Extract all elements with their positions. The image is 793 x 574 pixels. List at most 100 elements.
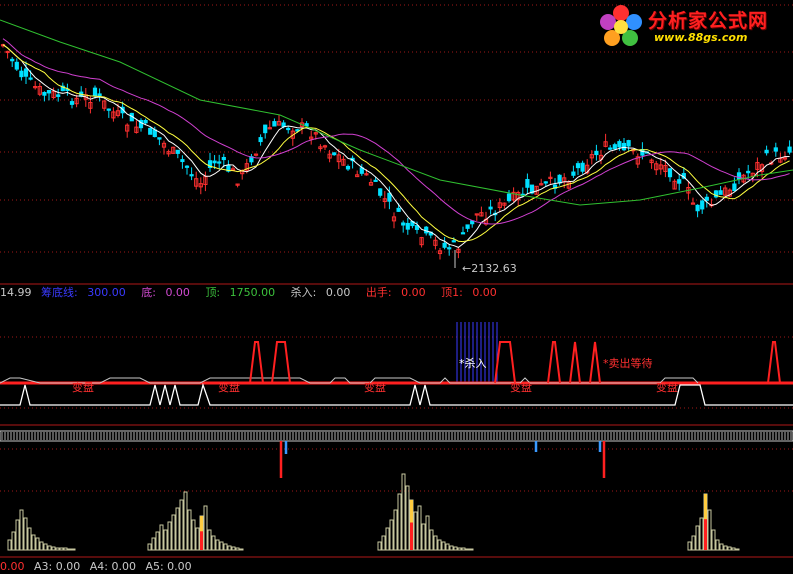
histogram-bar	[195, 527, 200, 551]
candle-body	[677, 179, 682, 184]
histogram-bar	[235, 547, 240, 551]
histogram-bar	[433, 535, 438, 551]
candle-body	[143, 119, 148, 124]
histogram-bar	[71, 548, 76, 551]
sell-peak	[767, 341, 781, 384]
candle-body	[378, 188, 383, 196]
ma10-line	[2, 44, 790, 243]
histogram-bar	[719, 543, 724, 551]
legend-item-sell: 出手: 0.00	[365, 286, 426, 299]
candle-body	[10, 58, 15, 62]
candle-body	[263, 124, 268, 134]
histogram-bar	[151, 537, 156, 551]
histogram-bar	[401, 473, 406, 551]
histogram-bar	[413, 511, 418, 551]
watch-label-1: 变盘	[72, 381, 94, 394]
candle-body	[14, 61, 19, 70]
histogram-bar	[707, 509, 712, 551]
histogram-bar	[735, 548, 740, 551]
indicator-value: 14.99	[0, 286, 32, 299]
histogram-bar	[687, 541, 692, 551]
histogram-bar	[385, 527, 390, 551]
candle-body	[608, 147, 613, 150]
histogram-bar	[397, 493, 402, 551]
candle-body	[189, 174, 194, 177]
buy-signal-label: *杀入	[459, 357, 487, 370]
histogram-bar	[187, 509, 192, 551]
candle-body	[571, 171, 576, 176]
candle-body	[175, 149, 180, 154]
candle-body	[773, 147, 778, 152]
histogram-bar	[731, 547, 736, 551]
histogram-bar	[47, 545, 52, 551]
histogram-bar	[203, 505, 208, 551]
histogram-bar	[469, 548, 474, 551]
legend-item-top1: 顶1: 0.00	[441, 286, 497, 299]
watch-label-3: 变盘	[364, 381, 386, 394]
histogram-bar	[147, 543, 152, 551]
histogram-bar	[27, 527, 32, 551]
histogram-bar	[437, 539, 442, 551]
candle-body	[557, 174, 562, 184]
histogram-bar	[183, 491, 188, 551]
logo-url: www.88gs.com	[654, 31, 748, 44]
candle-body	[704, 196, 709, 201]
candle-body	[787, 146, 792, 153]
candle-body	[28, 77, 33, 80]
candle-body	[148, 127, 153, 135]
candle-body	[465, 224, 470, 229]
histogram-bar	[695, 525, 700, 551]
indicator-legend-bar: 14.99 筹底线: 300.00 底: 0.00 顶: 1750.00 杀入:…	[0, 286, 509, 300]
histogram-bar	[381, 535, 386, 551]
histogram-bar	[215, 539, 220, 551]
candle-body	[667, 168, 673, 178]
candle-body	[764, 149, 769, 154]
candle-body	[332, 152, 337, 156]
histogram-bar	[11, 531, 16, 551]
histogram-bar	[39, 541, 44, 551]
candle-body	[575, 163, 581, 169]
candle-body	[56, 94, 61, 97]
sell-peak	[569, 341, 581, 384]
histogram-bar	[715, 539, 720, 551]
histogram-bar	[421, 523, 426, 551]
histogram-bar	[179, 499, 184, 551]
candle-body	[152, 129, 157, 138]
histogram-bar	[445, 543, 450, 551]
histogram-bar	[449, 545, 454, 551]
candle-body	[106, 108, 111, 111]
sell-peak	[547, 341, 561, 384]
candle-body	[184, 165, 190, 168]
histogram-bar	[223, 543, 228, 551]
candle-body	[221, 156, 226, 161]
histogram-bar	[377, 541, 382, 551]
histogram-peak-red	[200, 531, 203, 550]
histogram-bar	[699, 517, 704, 551]
ma5-line	[2, 44, 790, 248]
bottom-legend-item-a3: A3: 0.00	[34, 560, 81, 573]
histogram-peak-red	[410, 522, 413, 550]
candle-body	[626, 140, 631, 147]
candle-body	[442, 242, 447, 248]
candle-body	[23, 68, 29, 77]
candle-body	[212, 160, 217, 164]
candle-body	[543, 181, 548, 184]
sell-peak	[249, 341, 264, 384]
candle-body	[258, 137, 263, 143]
histogram-bar	[389, 519, 394, 551]
histogram-bar	[63, 547, 68, 551]
histogram-bar	[405, 485, 410, 551]
histogram-bar	[159, 524, 164, 551]
histogram-bar	[7, 539, 12, 551]
histogram-bar	[711, 529, 716, 551]
candle-body	[506, 193, 512, 202]
histogram-bar	[727, 546, 732, 551]
histogram-bar	[465, 548, 470, 551]
watch-label-4: 变盘	[510, 381, 532, 394]
stock-chart-window: 分析家公式网 www.88gs.com ←2132.63 14.99 筹底线: …	[0, 0, 793, 574]
histogram-bar	[55, 547, 60, 551]
bottom-legend-item-a4: A4: 0.00	[89, 560, 136, 573]
watch-label-2: 变盘	[218, 381, 240, 394]
histogram-bar	[239, 548, 244, 551]
histogram-bar	[211, 535, 216, 551]
